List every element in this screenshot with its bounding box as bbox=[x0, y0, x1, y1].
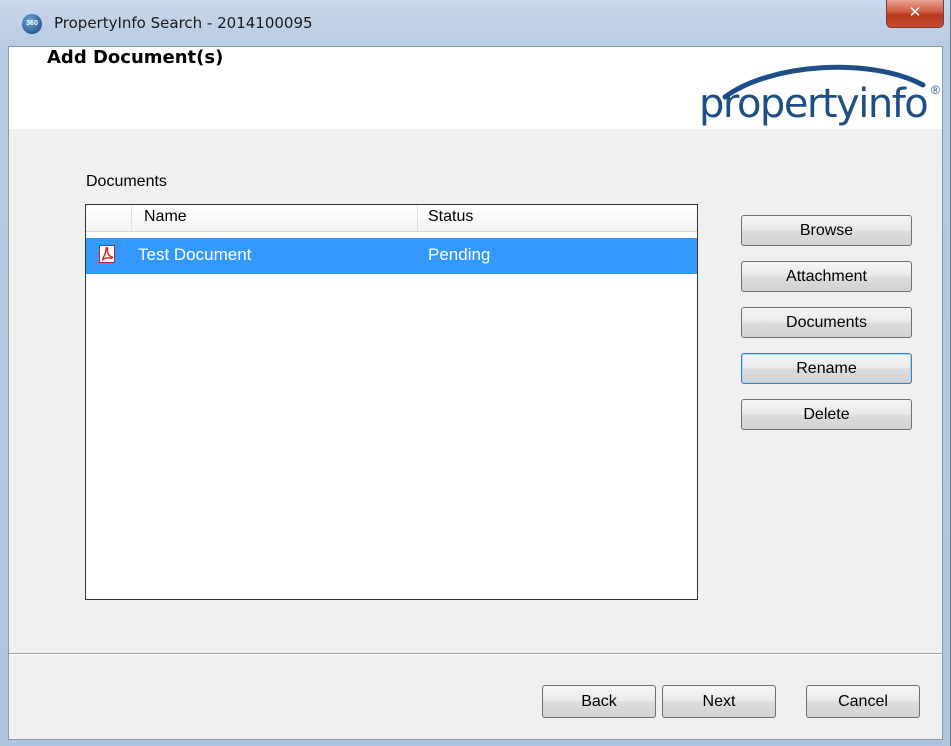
logo-wordmark: propertyinfo bbox=[699, 81, 929, 127]
column-header-status[interactable]: Status bbox=[418, 205, 697, 231]
pdf-icon bbox=[99, 245, 115, 263]
rename-button[interactable]: Rename bbox=[741, 353, 912, 384]
cancel-button[interactable]: Cancel bbox=[806, 685, 920, 718]
next-button[interactable]: Next bbox=[662, 685, 776, 718]
list-header: Name Status bbox=[86, 205, 697, 232]
documents-section-label: Documents bbox=[86, 173, 167, 190]
table-row[interactable]: Test Document Pending bbox=[86, 238, 697, 274]
row-name-cell: Test Document bbox=[138, 245, 252, 264]
window-title: PropertyInfo Search - 2014100095 bbox=[54, 14, 313, 32]
row-status-cell: Pending bbox=[428, 245, 491, 264]
dialog-client-area: Add Document(s) propertyinfo ® Documents… bbox=[8, 46, 943, 740]
browse-button[interactable]: Browse bbox=[741, 215, 912, 246]
title-bar[interactable]: 360 PropertyInfo Search - 2014100095 ✕ bbox=[0, 0, 951, 46]
attachment-button[interactable]: Attachment bbox=[741, 261, 912, 292]
close-icon: ✕ bbox=[908, 3, 922, 21]
footer-divider bbox=[9, 653, 942, 655]
column-header-name[interactable]: Name bbox=[132, 205, 418, 231]
delete-button[interactable]: Delete bbox=[741, 399, 912, 430]
column-header-icon[interactable] bbox=[86, 205, 132, 231]
window-frame: 360 PropertyInfo Search - 2014100095 ✕ A… bbox=[0, 0, 951, 746]
logo-registered-mark: ® bbox=[931, 83, 940, 97]
app-icon: 360 bbox=[22, 14, 42, 34]
documents-button[interactable]: Documents bbox=[741, 307, 912, 338]
page-title: Add Document(s) bbox=[47, 47, 224, 68]
documents-list[interactable]: Name Status Test Document Pending bbox=[85, 204, 698, 600]
wizard-header: Add Document(s) propertyinfo ® bbox=[9, 47, 942, 129]
propertyinfo-logo: propertyinfo ® bbox=[699, 59, 947, 129]
close-button[interactable]: ✕ bbox=[886, 0, 944, 28]
back-button[interactable]: Back bbox=[542, 685, 656, 718]
